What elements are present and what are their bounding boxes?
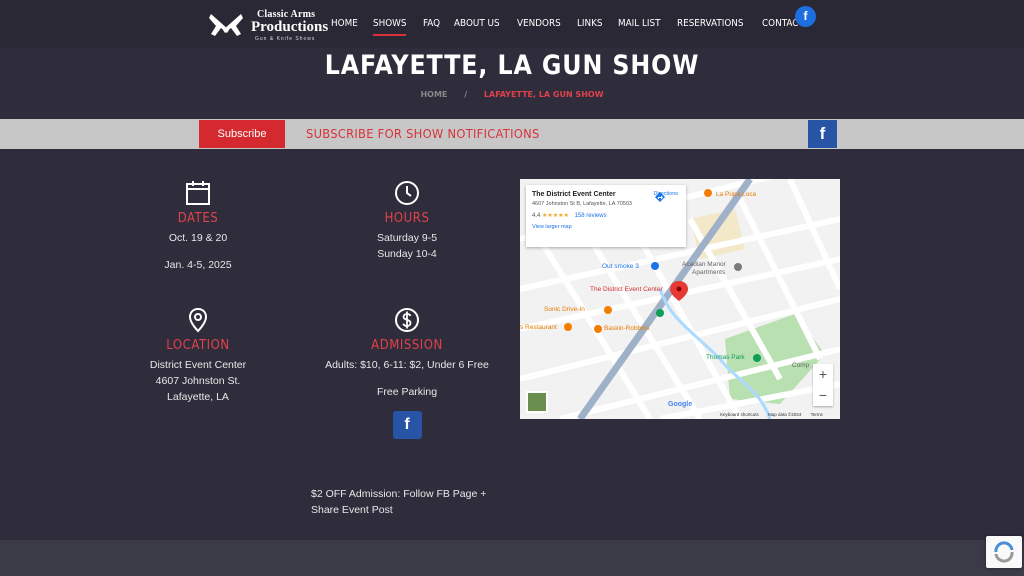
recaptcha-badge[interactable] <box>986 536 1022 568</box>
map-label: s Restaurant <box>520 324 557 331</box>
location-line: Lafayette, LA <box>167 391 229 403</box>
zoom-controls: + − <box>813 364 833 406</box>
map-label: La Pupa Loca <box>716 191 757 198</box>
nav-mail-list[interactable]: MAIL LIST <box>618 18 661 36</box>
admission-line: Free Parking <box>376 386 438 398</box>
directions-icon <box>654 192 665 202</box>
map-label: Sonic Drive-In <box>544 306 585 313</box>
map-data-text: Map data ©2024 <box>768 412 802 417</box>
admission-block: ADMISSION Adults: $10, 6-11: $2, Under 6… <box>312 306 502 439</box>
reviews-link[interactable]: 158 reviews <box>575 213 607 219</box>
satellite-toggle[interactable] <box>526 391 548 413</box>
nav-about-us[interactable]: ABOUT US <box>454 18 500 36</box>
footer <box>0 540 1024 576</box>
map-label: The District Event Center <box>590 286 663 293</box>
terms-link[interactable]: Terms <box>811 412 823 417</box>
location-pin-icon <box>188 307 208 333</box>
zoom-out-button[interactable]: − <box>813 385 833 406</box>
admission-heading: ADMISSION <box>371 338 443 353</box>
map-label: Acadian Manor <box>682 261 726 268</box>
recaptcha-icon <box>994 541 1014 563</box>
nav-faq[interactable]: FAQ <box>423 18 440 36</box>
nav-vendors[interactable]: VENDORS <box>517 18 561 36</box>
location-heading: LOCATION <box>166 338 230 353</box>
view-larger-map-link[interactable]: View larger map <box>532 224 680 230</box>
main-nav: HOME SHOWS FAQ ABOUT US VENDORS LINKS MA… <box>331 18 821 36</box>
dates-line: Oct. 19 & 20 <box>168 232 228 244</box>
directions-button[interactable]: Directions <box>654 191 678 202</box>
keyboard-shortcuts-link[interactable]: Keyboard shortcuts <box>720 412 759 417</box>
hours-heading: HOURS <box>384 211 430 226</box>
logo-line-2: Productions <box>251 19 329 35</box>
google-logo: Google <box>668 401 693 408</box>
map-label: Thomas Park <box>706 354 745 361</box>
place-card: The District Event Center 4607 Johnston … <box>526 185 686 247</box>
crossed-pistols-icon <box>209 14 243 36</box>
rating-value: 4.4 <box>532 213 541 219</box>
dates-line: Jan. 4-5, 2025 <box>164 259 232 271</box>
google-map[interactable]: La Pupa Loca Out smoke 3 Acadian Manor A… <box>520 179 840 419</box>
hours-block: HOURS Saturday 9-5 Sunday 10-4 <box>312 179 502 262</box>
map-label: Out smoke 3 <box>602 263 639 270</box>
hours-line: Sunday 10-4 <box>377 248 437 260</box>
admission-line: Adults: $10, 6-11: $2, Under 6 Free <box>325 359 489 371</box>
facebook-icon[interactable]: f <box>808 120 837 148</box>
promo-text: $2 OFF Admission: Follow FB Page + Share… <box>311 488 487 516</box>
map-label: Apartments <box>692 269 726 276</box>
dates-block: DATES Oct. 19 & 20 Jan. 4-5, 2025 <box>128 179 268 273</box>
nav-links[interactable]: LINKS <box>577 18 603 36</box>
hours-line: Saturday 9-5 <box>376 232 438 244</box>
location-line: 4607 Johnston St. <box>155 375 241 387</box>
subscribe-text: SUBSCRIBE FOR SHOW NOTIFICATIONS <box>306 126 540 141</box>
facebook-icon[interactable]: f <box>795 6 816 27</box>
breadcrumb: HOME / LAFAYETTE, LA GUN SHOW <box>0 90 1024 99</box>
calendar-icon <box>186 181 210 205</box>
subscribe-bar: Subscribe SUBSCRIBE FOR SHOW NOTIFICATIO… <box>0 119 1024 149</box>
top-navbar: Classic Arms Productions Gun & Knife Sho… <box>0 0 1024 48</box>
breadcrumb-home[interactable]: HOME <box>420 90 447 99</box>
rating-stars: ★★★★★ <box>542 213 569 219</box>
dollar-icon <box>395 308 419 332</box>
nav-reservations[interactable]: RESERVATIONS <box>677 18 744 36</box>
breadcrumb-current: LAFAYETTE, LA GUN SHOW <box>483 90 604 99</box>
page-title: LAFAYETTE, LA GUN SHOW <box>324 50 700 81</box>
zoom-in-button[interactable]: + <box>813 364 833 385</box>
map-label: Comp <box>792 362 810 369</box>
place-rating: 4.4 ★★★★★ 158 reviews <box>532 212 680 219</box>
nav-shows[interactable]: SHOWS <box>373 18 407 36</box>
map-footer: Keyboard shortcuts Map data ©2024 Terms <box>720 412 831 417</box>
logo-tagline: Gun & Knife Shows <box>255 36 316 42</box>
map-label: Baskin-Robbins <box>604 325 650 332</box>
location-block: LOCATION District Event Center 4607 John… <box>128 306 268 405</box>
place-address: 4607 Johnston St B, Lafayette, LA 70503 <box>532 201 632 207</box>
nav-home[interactable]: HOME <box>331 18 358 36</box>
breadcrumb-separator: / <box>464 90 468 99</box>
dates-heading: DATES <box>177 211 219 226</box>
location-line: District Event Center <box>149 359 247 371</box>
subscribe-button[interactable]: Subscribe <box>199 120 285 148</box>
facebook-icon[interactable]: f <box>392 411 422 439</box>
site-logo[interactable]: Classic Arms Productions Gun & Knife Sho… <box>207 8 328 44</box>
clock-icon <box>395 181 419 205</box>
